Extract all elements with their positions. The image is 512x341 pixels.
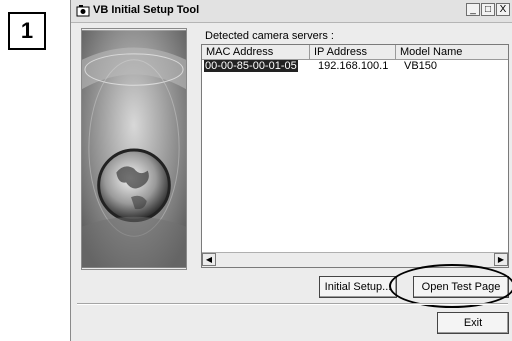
open-test-page-button[interactable]: Open Test Page — [413, 276, 509, 298]
globe-image — [81, 28, 187, 270]
maximize-button[interactable]: □ — [481, 3, 495, 16]
step-number-badge: 1 — [8, 12, 46, 50]
table-row[interactable]: 00-00-85-00-01-05 192.168.100.1 VB150 — [202, 60, 508, 73]
scroll-right-icon[interactable]: ▶ — [494, 253, 508, 266]
window-controls: _ □ X — [466, 3, 510, 16]
scroll-left-icon[interactable]: ◀ — [202, 253, 216, 266]
app-camera-icon — [76, 5, 90, 17]
separator-line — [77, 303, 508, 305]
cell-ip-address: 192.168.100.1 — [318, 60, 389, 72]
horizontal-scrollbar[interactable]: ◀ ▶ — [202, 252, 508, 267]
minimize-button[interactable]: _ — [466, 3, 480, 16]
initial-setup-button[interactable]: Initial Setup... — [319, 276, 397, 298]
title-bar: VB Initial Setup Tool _ □ X — [71, 0, 512, 23]
column-header-mac[interactable]: MAC Address — [202, 45, 310, 59]
camera-server-list[interactable]: MAC Address IP Address Model Name 00-00-… — [201, 44, 509, 268]
window-title: VB Initial Setup Tool — [93, 4, 200, 16]
exit-button[interactable]: Exit — [437, 312, 509, 334]
selected-mac-text: 00-00-85-00-01-05 — [203, 60, 299, 73]
cell-mac-address: 00-00-85-00-01-05 — [202, 60, 310, 73]
detected-servers-label: Detected camera servers : — [205, 30, 334, 42]
column-header-model[interactable]: Model Name — [396, 45, 508, 59]
list-header: MAC Address IP Address Model Name — [202, 45, 508, 60]
close-button[interactable]: X — [496, 3, 510, 16]
setup-tool-window: VB Initial Setup Tool _ □ X Detected cam… — [70, 0, 512, 341]
cell-model-name: VB150 — [404, 60, 438, 72]
column-header-ip[interactable]: IP Address — [310, 45, 396, 59]
